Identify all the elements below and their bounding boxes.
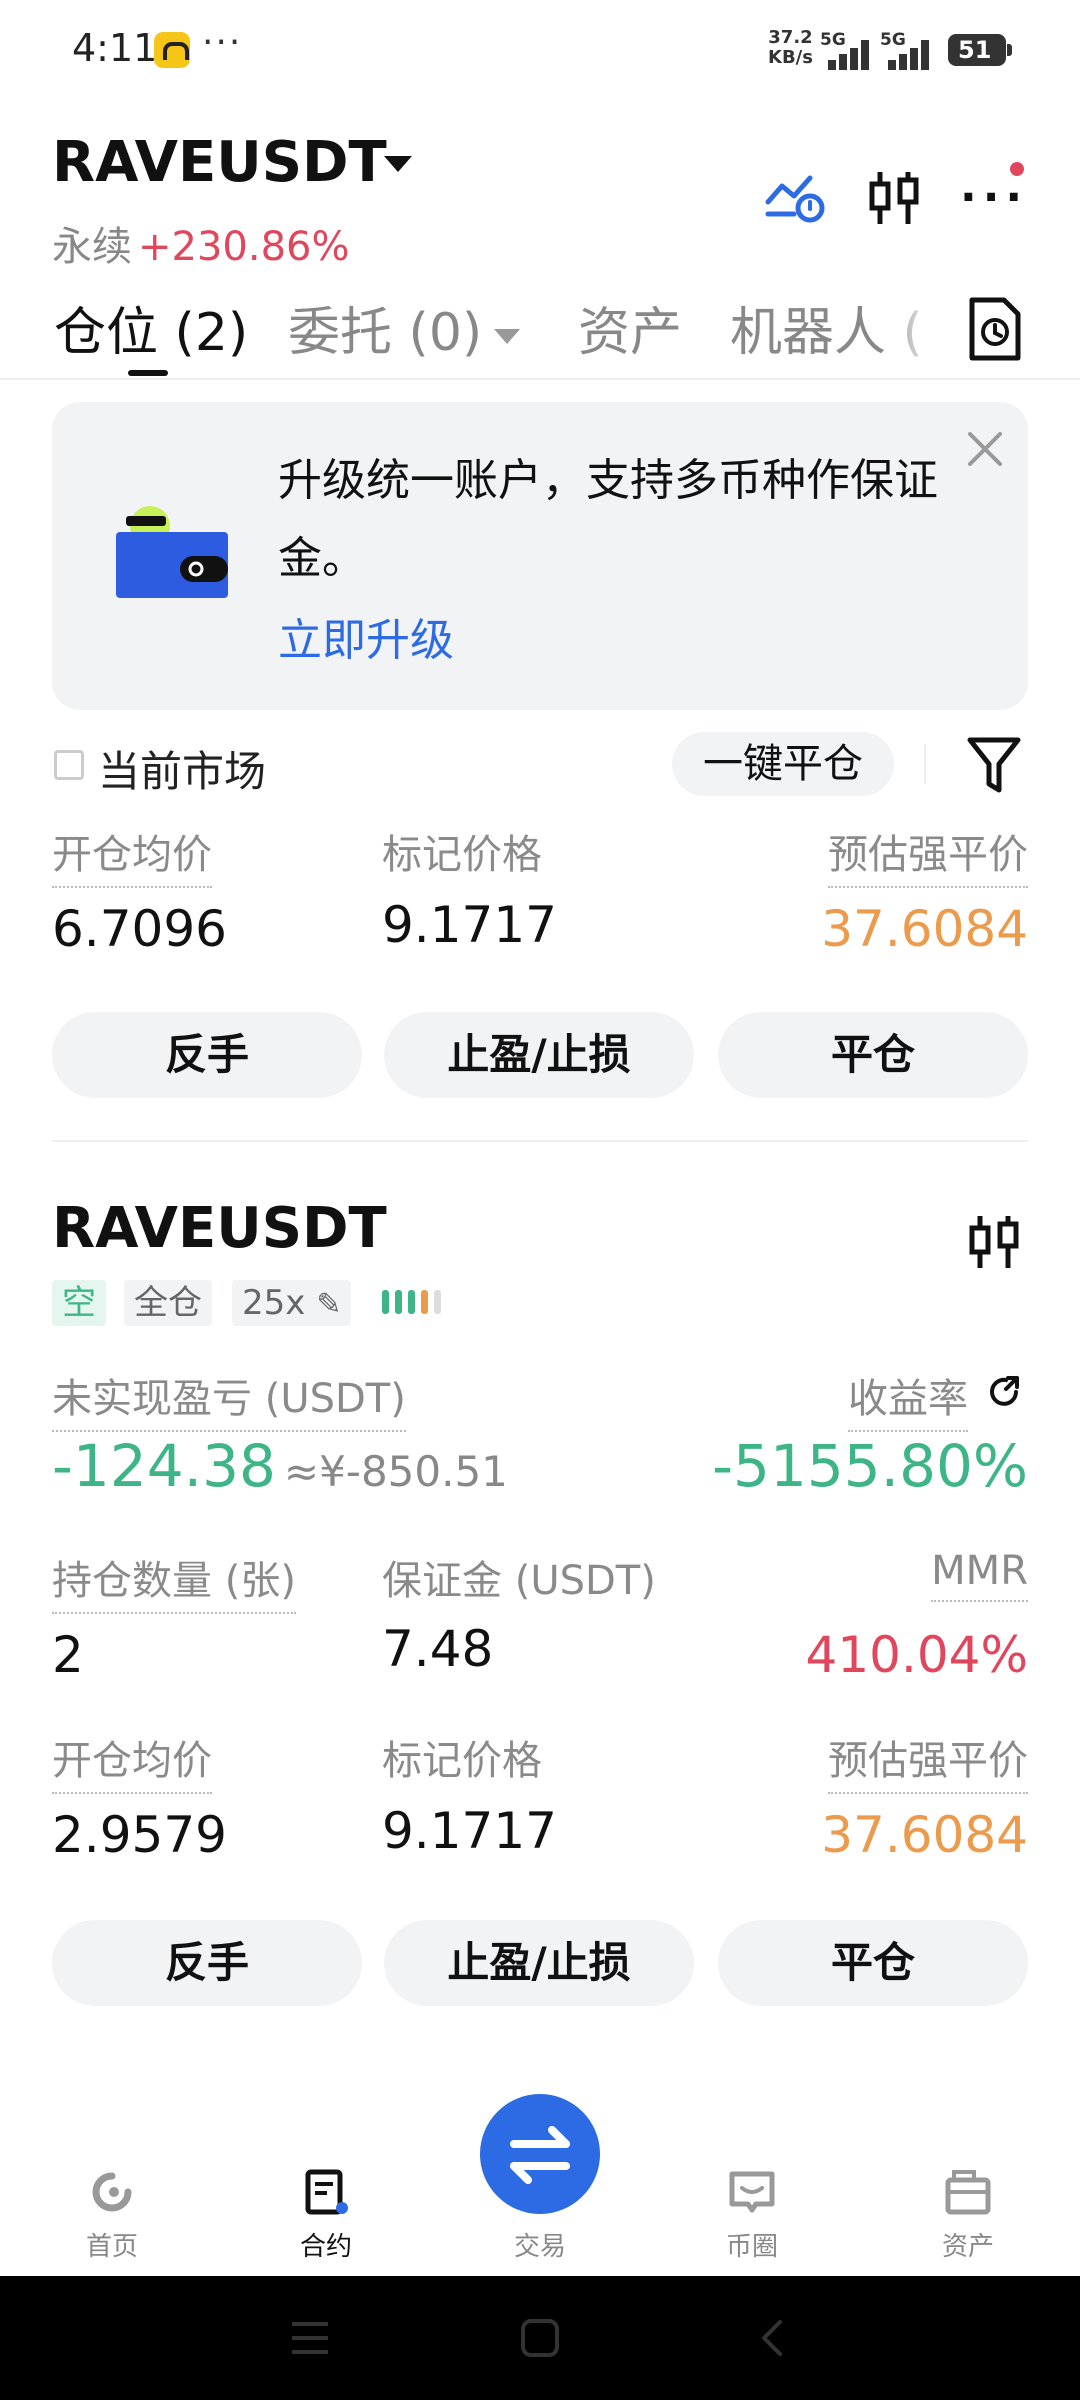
change-percent: +230.86% — [138, 224, 350, 270]
liq-price-label[interactable]: 预估强平价 — [828, 1728, 1028, 1794]
entry-price-label[interactable]: 开仓均价 — [52, 1728, 212, 1794]
chevron-down-icon — [494, 328, 521, 344]
community-icon — [729, 2171, 775, 2213]
position-symbol[interactable]: RAVEUSDT — [52, 1196, 387, 1261]
entry-price-value: 2.9579 — [52, 1806, 227, 1864]
adl-indicator — [382, 1290, 447, 1318]
nav-community-label: 币圈 — [725, 2232, 778, 2262]
contract-icon — [305, 2169, 348, 2215]
candlestick-icon[interactable] — [866, 168, 922, 228]
side-badge: 空 — [52, 1280, 106, 1326]
home-icon — [92, 2172, 132, 2212]
signal-label-1: 5G — [820, 30, 846, 50]
share-icon[interactable] — [984, 1372, 1024, 1412]
liq-price-value: 37.6084 — [821, 1806, 1028, 1864]
tab-orders[interactable]: 委托 (0) — [288, 290, 521, 365]
entry-price-value: 6.7096 — [52, 900, 227, 958]
battery-icon: 51 — [948, 34, 1012, 66]
mark-price-label: 标记价格 — [382, 1738, 542, 1784]
mmr-label[interactable]: MMR — [931, 1548, 1028, 1602]
tab-orders-label: 委托 (0) — [288, 303, 483, 363]
leverage-value: 25x — [242, 1283, 306, 1323]
chevron-down-icon[interactable] — [384, 156, 412, 172]
mmr-value: 410.04% — [805, 1626, 1028, 1684]
history-document-icon[interactable] — [966, 296, 1024, 362]
close-position-button[interactable]: 平仓 — [718, 1012, 1028, 1098]
divider — [52, 1140, 1028, 1142]
tp-sl-button[interactable]: 止盈/止损 — [384, 1012, 694, 1098]
tp-sl-button[interactable]: 止盈/止损 — [384, 1920, 694, 2006]
nav-home-label: 首页 — [85, 2232, 138, 2262]
swap-icon — [510, 2126, 570, 2184]
position-qty-value: 2 — [52, 1626, 84, 1684]
roe-label[interactable]: 收益率 — [848, 1366, 968, 1432]
home-nav-icon[interactable] — [520, 2318, 560, 2358]
margin-value: 7.48 — [382, 1620, 494, 1678]
status-time: 4:11 — [72, 26, 158, 70]
unrealized-pnl-label[interactable]: 未实现盈亏 (USDT) — [52, 1366, 406, 1432]
position-qty-label[interactable]: 持仓数量 (张) — [52, 1548, 296, 1614]
tab-assets[interactable]: 资产 — [578, 290, 682, 365]
divider — [924, 744, 926, 784]
notification-dot — [1010, 162, 1024, 176]
unrealized-pnl-value: -124.38 ≈¥-850.51 — [52, 1432, 508, 1500]
close-position-button[interactable]: 平仓 — [718, 1920, 1028, 2006]
upgrade-banner: 升级统一账户，支持多币种作保证金。 立即升级 — [52, 402, 1028, 710]
entry-price-label[interactable]: 开仓均价 — [52, 822, 212, 888]
leverage-badge[interactable]: 25x ✎ — [232, 1280, 352, 1326]
network-speed-unit: KB/s — [768, 47, 813, 68]
car-app-icon — [154, 32, 190, 68]
trade-button[interactable] — [480, 2094, 600, 2214]
tab-active-indicator — [128, 370, 168, 376]
nav-trade-label: 交易 — [513, 2232, 566, 2262]
symbol-title[interactable]: RAVEUSDT — [52, 130, 387, 195]
status-more-dots: ··· — [202, 22, 243, 63]
upgrade-now-link[interactable]: 立即升级 — [278, 604, 454, 668]
close-all-button[interactable]: 一键平仓 — [672, 732, 894, 796]
network-speed: 37.2 KB/s — [768, 28, 813, 68]
reverse-button[interactable]: 反手 — [52, 1920, 362, 2006]
filter-icon[interactable] — [966, 734, 1022, 796]
mark-price-label: 标记价格 — [382, 832, 542, 878]
reverse-button[interactable]: 反手 — [52, 1012, 362, 1098]
edit-icon: ✎ — [316, 1287, 342, 1322]
symbol-subtitle: 永续 +230.86% — [52, 214, 349, 272]
candlestick-icon[interactable] — [966, 1212, 1022, 1272]
margin-label: 保证金 (USDT) — [382, 1558, 656, 1604]
mark-price-value: 9.1717 — [382, 1802, 557, 1860]
current-market-checkbox[interactable] — [54, 750, 84, 780]
liq-price-label[interactable]: 预估强平价 — [828, 822, 1028, 888]
liq-price-value: 37.6084 — [821, 900, 1028, 958]
back-icon[interactable] — [752, 2318, 792, 2358]
system-nav-bar — [0, 2276, 1080, 2400]
more-options-icon[interactable]: ··· — [960, 172, 1028, 223]
unrealized-pnl-usdt: -124.38 — [52, 1432, 276, 1500]
assets-icon — [945, 2170, 991, 2215]
close-icon[interactable] — [962, 426, 1008, 472]
unrealized-pnl-cny: ≈¥-850.51 — [283, 1447, 508, 1496]
roe-value: -5155.80% — [712, 1432, 1028, 1500]
mark-price-value: 9.1717 — [382, 896, 557, 954]
signal-icon-2: 5G — [880, 30, 929, 70]
signal-icon-1: 5G — [820, 30, 869, 70]
wallet-icon — [116, 506, 228, 598]
contract-type: 永续 — [52, 224, 132, 270]
current-market-label[interactable]: 当前市场 — [98, 738, 266, 799]
menu-icon[interactable] — [290, 2318, 330, 2358]
tab-fade — [880, 290, 940, 370]
margin-mode-badge: 全仓 — [124, 1280, 212, 1326]
banner-text: 升级统一账户，支持多币种作保证金。 — [278, 455, 938, 584]
status-bar: 4:11 ··· 37.2 KB/s 5G 5G 51 — [0, 0, 1080, 100]
network-speed-value: 37.2 — [768, 27, 813, 48]
signal-label-2: 5G — [880, 30, 906, 50]
nav-contract-label: 合约 — [299, 2232, 352, 2262]
trend-chart-icon[interactable] — [764, 168, 828, 228]
tab-positions[interactable]: 仓位 (2) — [54, 290, 248, 365]
nav-assets-label: 资产 — [941, 2232, 994, 2262]
